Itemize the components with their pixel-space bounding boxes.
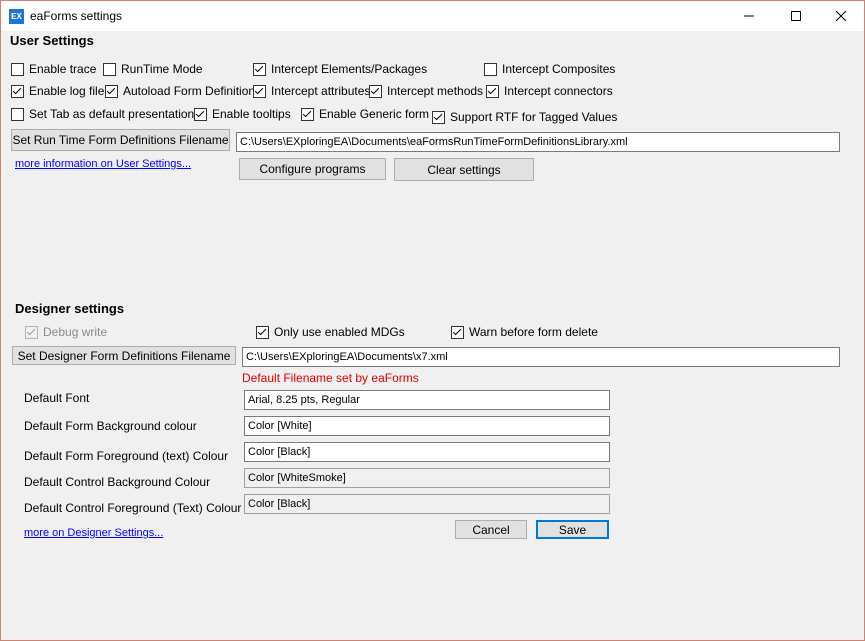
form-background-field[interactable]: Color [White] (244, 416, 610, 436)
checkbox-label: Enable log file (29, 84, 105, 98)
checkbox-intercept-methods[interactable]: Intercept methods (369, 84, 483, 98)
minimize-icon (744, 15, 754, 17)
checkbox-label: RunTime Mode (121, 62, 203, 76)
checkbox-intercept-composites[interactable]: Intercept Composites (484, 62, 615, 76)
settings-window: EX eaForms settings User Settings Enable… (0, 0, 865, 641)
window-title: eaForms settings (30, 9, 123, 23)
checkbox-box[interactable] (451, 325, 464, 339)
checkbox-box[interactable] (253, 62, 266, 76)
checkbox-enable-log-file[interactable]: Enable log file (11, 84, 104, 98)
checkbox-enable-trace[interactable]: Enable trace (11, 62, 96, 76)
control-background-label: Default Control Background Colour (24, 475, 211, 489)
minimize-button[interactable] (726, 1, 772, 31)
checkbox-label: Warn before form delete (469, 325, 598, 339)
checkbox-warn-before-delete[interactable]: Warn before form delete (451, 325, 598, 339)
checkbox-label: Intercept Composites (502, 62, 616, 76)
control-foreground-field[interactable]: Color [Black] (244, 494, 610, 514)
checkbox-box[interactable] (253, 84, 266, 98)
configure-programs-button[interactable]: Configure programs (239, 158, 386, 180)
checkbox-box[interactable] (11, 84, 24, 98)
checkbox-enable-generic-form[interactable]: Enable Generic form (301, 107, 429, 121)
checkbox-box[interactable] (301, 107, 314, 121)
checkbox-label: Intercept connectors (504, 84, 613, 98)
form-foreground-field[interactable]: Color [Black] (244, 442, 610, 462)
app-icon: EX (9, 9, 24, 24)
checkbox-label: Intercept methods (387, 84, 484, 98)
default-font-label: Default Font (24, 391, 90, 405)
checkbox-intercept-elements[interactable]: Intercept Elements/Packages (253, 62, 427, 76)
save-button[interactable]: Save (536, 520, 609, 539)
user-settings-heading: User Settings (10, 33, 94, 48)
control-foreground-label: Default Control Foreground (Text) Colour (24, 501, 242, 515)
checkbox-box[interactable] (105, 84, 118, 98)
maximize-icon (791, 11, 801, 21)
checkbox-label: Enable tooltips (212, 107, 291, 121)
checkbox-label: Only use enabled MDGs (274, 325, 405, 339)
more-info-user-settings-link[interactable]: more information on User Settings... (15, 158, 191, 170)
checkbox-label: Enable Generic form (319, 107, 430, 121)
checkbox-box (25, 325, 38, 339)
close-icon (835, 10, 847, 22)
title-bar[interactable]: EX eaForms settings (1, 1, 864, 31)
close-button[interactable] (818, 1, 864, 31)
maximize-button[interactable] (773, 1, 819, 31)
default-filename-note: Default Filename set by eaForms (242, 371, 419, 385)
checkbox-box[interactable] (256, 325, 269, 339)
cancel-button[interactable]: Cancel (455, 520, 527, 539)
checkbox-label: Intercept Elements/Packages (271, 62, 428, 76)
checkbox-autoload-form-definitions[interactable]: Autoload Form Definitions (105, 84, 261, 98)
checkbox-box[interactable] (484, 62, 497, 76)
checkbox-runtime-mode[interactable]: RunTime Mode (103, 62, 203, 76)
checkbox-label: Set Tab as default presentation (29, 107, 195, 121)
checkbox-box[interactable] (432, 110, 445, 124)
checkbox-label: Debug write (43, 325, 108, 339)
designer-settings-heading: Designer settings (15, 301, 125, 316)
checkbox-intercept-attributes[interactable]: Intercept attributes (253, 84, 370, 98)
form-background-label: Default Form Background colour (24, 419, 197, 433)
checkbox-box[interactable] (11, 107, 24, 121)
checkbox-box[interactable] (11, 62, 24, 76)
control-background-field[interactable]: Color [WhiteSmoke] (244, 468, 610, 488)
checkbox-intercept-connectors[interactable]: Intercept connectors (486, 84, 613, 98)
clear-settings-button[interactable]: Clear settings (394, 158, 534, 181)
checkbox-box[interactable] (369, 84, 382, 98)
set-designer-filename-button[interactable]: Set Designer Form Definitions Filename (12, 346, 236, 365)
default-font-field[interactable]: Arial, 8.25 pts, Regular (244, 390, 610, 410)
set-runtime-filename-button[interactable]: Set Run Time Form Definitions Filename (11, 129, 230, 151)
form-foreground-label: Default Form Foreground (text) Colour (24, 449, 229, 463)
designer-filename-field[interactable]: C:\Users\EXploringEA\Documents\x7.xml (242, 347, 840, 367)
checkbox-label: Intercept attributes (271, 84, 371, 98)
checkbox-label: Enable trace (29, 62, 97, 76)
checkbox-debug-write: Debug write (25, 325, 107, 339)
checkbox-box[interactable] (486, 84, 499, 98)
checkbox-box[interactable] (103, 62, 116, 76)
more-designer-settings-link[interactable]: more on Designer Settings... (24, 527, 163, 539)
checkbox-label: Autoload Form Definitions (123, 84, 262, 98)
checkbox-label: Support RTF for Tagged Values (450, 110, 618, 124)
checkbox-only-enabled-mdgs[interactable]: Only use enabled MDGs (256, 325, 405, 339)
checkbox-box[interactable] (194, 107, 207, 121)
runtime-filename-field[interactable]: C:\Users\EXploringEA\Documents\eaFormsRu… (236, 132, 840, 152)
checkbox-enable-tooltips[interactable]: Enable tooltips (194, 107, 291, 121)
checkbox-support-rtf[interactable]: Support RTF for Tagged Values (432, 110, 617, 124)
checkbox-set-tab-default[interactable]: Set Tab as default presentation (11, 107, 194, 121)
